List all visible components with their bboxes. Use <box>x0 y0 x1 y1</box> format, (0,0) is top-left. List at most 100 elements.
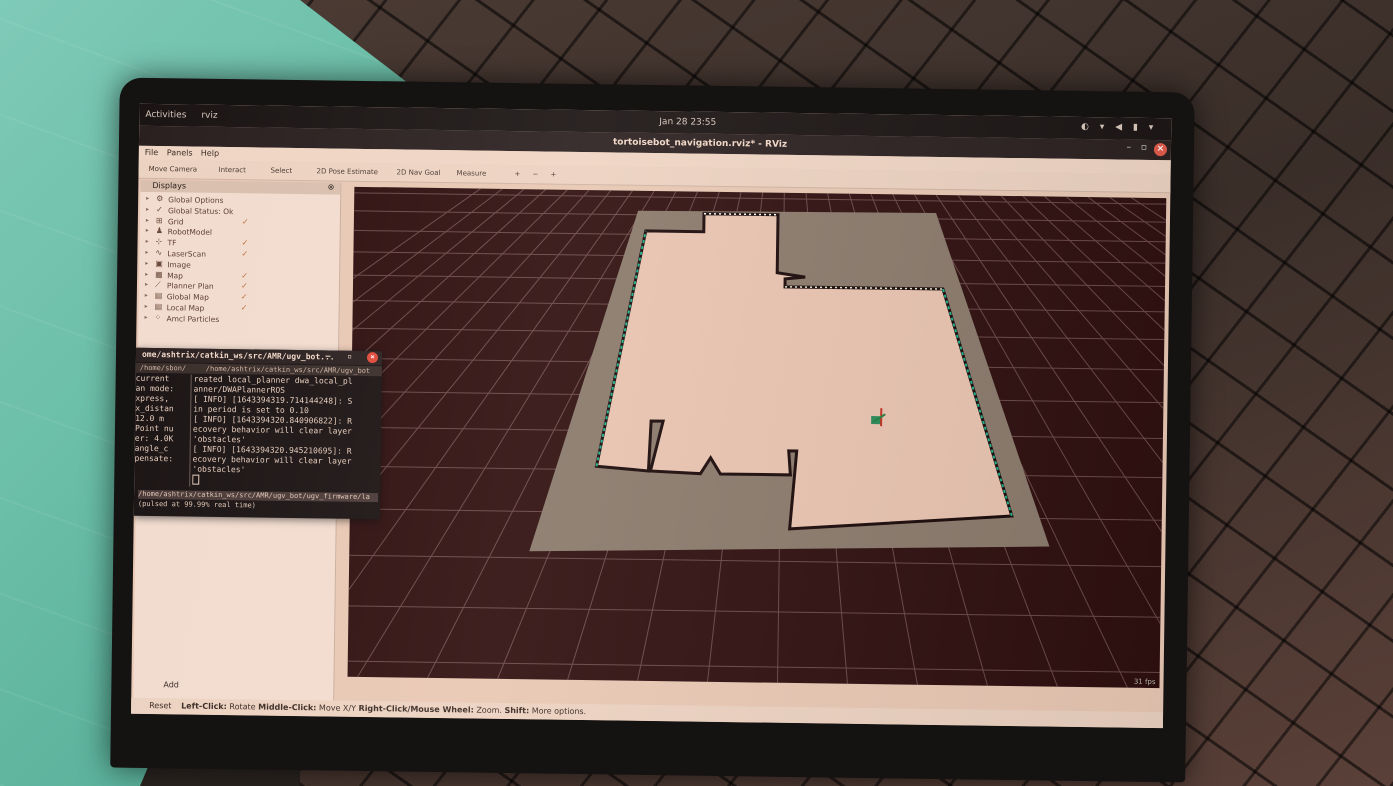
expand-arrow-icon[interactable]: ▸ <box>145 303 148 310</box>
hint-shift-val: More options. <box>531 706 587 717</box>
close-icon[interactable]: × <box>1153 142 1168 157</box>
terminal-pane-divider[interactable] <box>189 374 192 487</box>
tool-add-icon[interactable]: + <box>515 170 521 178</box>
tool-remove-icon[interactable]: − <box>533 170 539 178</box>
fps-label: 31 fps <box>1133 677 1156 687</box>
grid-line <box>1087 196 1167 689</box>
panel-close-icon[interactable]: ⊗ <box>328 182 335 191</box>
folder-icon: ▤ <box>154 302 163 312</box>
terminal-right-pane: reated local_planner dwa_local_pl anner/D… <box>192 375 380 494</box>
grid-icon: ⊞ <box>155 215 163 225</box>
add-display-button[interactable]: Add <box>163 680 179 689</box>
menu-panels[interactable]: Panels <box>167 148 193 157</box>
display-enabled-checkbox[interactable]: ✓ <box>241 292 248 301</box>
status-bar: Reset Left-Click: Rotate Middle-Click: M… <box>130 697 1164 729</box>
tool-move-camera[interactable]: Move Camera <box>149 165 198 174</box>
expand-arrow-icon[interactable]: ▸ <box>145 249 148 256</box>
display-enabled-checkbox[interactable]: ✓ <box>242 217 249 226</box>
3d-viewport[interactable]: 31 fps <box>347 186 1167 689</box>
expand-arrow-icon[interactable]: ▸ <box>146 206 149 213</box>
laser-icon: ∿ <box>155 248 163 258</box>
hint-left-val: Rotate <box>229 702 256 712</box>
path-icon: ⟋ <box>154 280 161 290</box>
display-item-label: Grid <box>167 216 184 227</box>
expand-arrow-icon[interactable]: ▸ <box>146 227 149 234</box>
expand-arrow-icon[interactable]: ▸ <box>145 260 148 267</box>
tf-icon: ⊹ <box>155 237 163 247</box>
check-icon: ✓ <box>155 204 163 214</box>
grid-line <box>347 660 1160 673</box>
hint-right-key: Right-Click/Mouse Wheel: <box>358 703 474 715</box>
grid-line <box>1000 195 1167 689</box>
grid-line <box>1109 196 1167 689</box>
expand-arrow-icon[interactable]: ▸ <box>145 270 148 277</box>
expand-arrow-icon[interactable]: ▸ <box>145 281 148 288</box>
expand-arrow-icon[interactable]: ▸ <box>146 195 149 202</box>
terminal-line: pensate: <box>134 453 174 464</box>
hint-left-key: Left-Click: <box>181 701 227 712</box>
display-item-label: Global Options <box>168 195 224 205</box>
robot-icon: ♟ <box>155 226 163 236</box>
laptop: Activities rviz Jan 28 23:55 ◐ ▾ ◀ ▮ ▾ t… <box>110 77 1195 783</box>
display-item-label: Planner Plan <box>166 281 214 292</box>
expand-arrow-icon[interactable]: ▸ <box>144 314 147 321</box>
expand-arrow-icon[interactable]: ▸ <box>146 238 149 245</box>
terminal-window[interactable]: ome/ashtrix/catkin_ws/src/AMR/ugv_bot...… <box>133 347 383 520</box>
display-enabled-checkbox[interactable]: ✓ <box>242 238 249 247</box>
terminal-bottom-status: (pulsed at 99.99% real time) <box>137 499 256 510</box>
terminal-title: ome/ashtrix/catkin_ws/src/AMR/ugv_bot... <box>141 349 335 362</box>
terminal-tab-2[interactable]: /home/ashtrix/catkin_ws/src/AMR/ugv_bot <box>206 365 370 375</box>
screen: Activities rviz Jan 28 23:55 ◐ ▾ ◀ ▮ ▾ t… <box>130 103 1172 729</box>
terminal-cursor <box>192 474 378 488</box>
display-enabled-checkbox[interactable]: ✓ <box>241 271 248 280</box>
mouse-hint: Left-Click: Rotate Middle-Click: Move X/… <box>181 701 586 716</box>
folder-icon: ▤ <box>154 291 163 301</box>
system-tray[interactable]: ◐ ▾ ◀ ▮ ▾ <box>1081 122 1157 133</box>
tool-2d-pose-estimate[interactable]: 2D Pose Estimate <box>317 167 379 176</box>
menu-help[interactable]: Help <box>201 149 219 158</box>
expand-arrow-icon[interactable]: ▸ <box>146 217 149 224</box>
hint-middle-key: Middle-Click: <box>258 702 317 713</box>
hint-middle-val: Move X/Y <box>318 703 357 713</box>
map-icon: ▦ <box>155 269 163 279</box>
display-enabled-checkbox[interactable]: ✓ <box>241 282 248 291</box>
window-title: tortoisebot_navigation.rviz* - RViz <box>612 137 788 150</box>
display-item[interactable]: ▸ ⁘ Amcl Particles <box>144 313 334 327</box>
grid-line <box>354 192 1167 205</box>
tool-measure[interactable]: Measure <box>457 169 487 177</box>
hint-right-val: Zoom. <box>476 705 503 715</box>
display-item-label: Map <box>167 270 184 281</box>
expand-arrow-icon[interactable]: ▸ <box>145 292 148 299</box>
display-item-label: TF <box>167 238 177 248</box>
particles-icon: ⁘ <box>154 312 162 322</box>
terminal-window-controls[interactable]: – ▫ <box>325 351 358 360</box>
display-item-label: LaserScan <box>167 249 207 259</box>
app-menu-rviz[interactable]: rviz <box>201 111 217 121</box>
display-item-label: Image <box>167 260 191 270</box>
display-item-label: Global Status: Ok <box>167 206 234 216</box>
hint-shift-key: Shift: <box>504 705 530 716</box>
reset-button[interactable]: Reset <box>149 701 171 710</box>
terminal-left-pane: current an mode: xpress, x_distan 12.0 m Poi… <box>134 374 190 491</box>
activities-button[interactable]: Activities <box>145 110 186 121</box>
grid-line <box>349 554 1162 568</box>
terminal-close-icon[interactable]: × <box>366 352 379 364</box>
image-icon: ▣ <box>155 258 163 268</box>
display-enabled-checkbox[interactable]: ✓ <box>241 303 248 312</box>
grid-line <box>1065 196 1167 689</box>
maximize-icon[interactable]: ▫ <box>1141 143 1147 153</box>
grid-line <box>348 605 1161 618</box>
tool-plus-icon[interactable]: + <box>551 171 557 179</box>
clock[interactable]: Jan 28 23:55 <box>659 117 716 128</box>
displays-header: Displays ⊗ <box>140 179 341 195</box>
terminal-tab-1[interactable]: /home/sbon/ <box>140 364 186 373</box>
tool-select[interactable]: Select <box>271 167 293 175</box>
grid-line <box>1022 195 1167 689</box>
display-enabled-checkbox[interactable]: ✓ <box>241 249 248 258</box>
gear-icon: ⚙ <box>156 194 164 204</box>
minimize-icon[interactable]: – <box>1126 143 1131 153</box>
menu-file[interactable]: File <box>145 148 159 157</box>
display-item-label: RobotModel <box>167 227 213 238</box>
tool-interact[interactable]: Interact <box>219 166 246 174</box>
tool-2d-nav-goal[interactable]: 2D Nav Goal <box>397 168 441 177</box>
